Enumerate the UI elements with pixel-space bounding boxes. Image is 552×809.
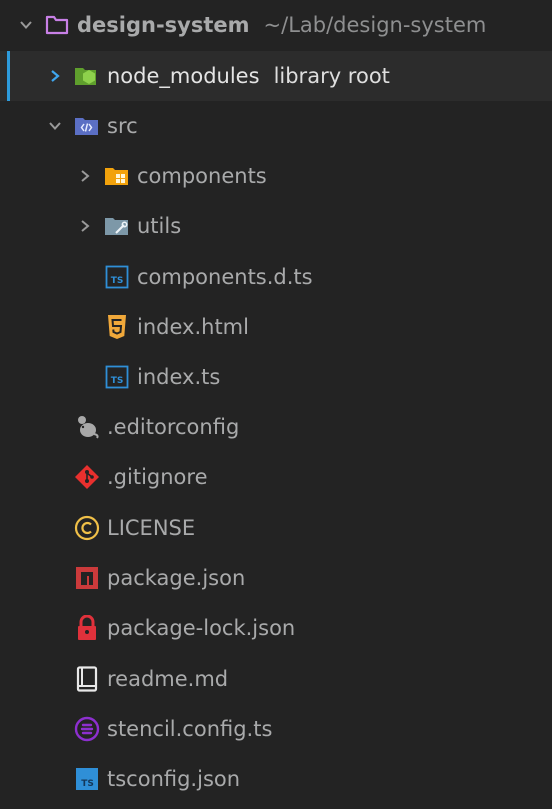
stencil-icon [74,716,100,742]
components-d-ts-label: components.d.ts [137,265,313,289]
lock-icon [74,615,100,641]
root-folder-name: design-system [77,13,250,37]
root-folder-path: ~/Lab/design-system [263,13,487,37]
package-lock-json-label: package-lock.json [107,616,296,640]
tree-row-utils[interactable]: utils [0,201,552,251]
utils-folder-icon [104,213,130,239]
readme-book-icon [74,666,100,692]
tree-row-readme-md[interactable]: readme.md [0,654,552,704]
tree-row-editorconfig[interactable]: .editorconfig [0,402,552,452]
utils-label: utils [137,214,182,238]
typescript-file-icon: TS [104,264,130,290]
readme-md-label: readme.md [107,667,229,691]
tree-row-index-ts[interactable]: TS index.ts [0,352,552,402]
library-root-note: library root [273,64,390,88]
chevron-down-icon[interactable] [48,119,62,133]
tree-row-gitignore[interactable]: .gitignore [0,452,552,502]
svg-text:TS: TS [111,376,124,386]
tree-row-components-d-ts[interactable]: TS components.d.ts [0,252,552,302]
components-folder-icon [104,163,130,189]
index-html-label: index.html [137,315,249,339]
editorconfig-mouse-icon [74,414,100,440]
html5-file-icon [104,314,130,340]
package-json-label: package.json [107,566,246,590]
git-icon [74,464,100,490]
copyright-icon [74,515,100,541]
project-tree: design-system ~/Lab/design-system node_mo… [0,0,552,809]
npm-icon [74,565,100,591]
tree-row-root[interactable]: design-system ~/Lab/design-system [0,0,552,50]
svg-text:TS: TS [81,779,94,789]
tree-row-package-lock-json[interactable]: package-lock.json [0,603,552,653]
src-folder-icon [74,113,100,139]
folder-outline-icon [44,12,70,38]
chevron-down-icon[interactable] [19,18,33,32]
stencil-config-ts-label: stencil.config.ts [107,717,273,741]
svg-text:TS: TS [111,276,124,286]
license-label: LICENSE [107,516,196,540]
tsconfig-icon: TS [74,766,100,792]
tree-row-components[interactable]: components [0,151,552,201]
chevron-right-icon[interactable] [48,69,62,83]
node-modules-name: node_modules [107,64,260,88]
tree-row-node-modules[interactable]: node_modules library root [0,51,552,101]
tsconfig-json-label: tsconfig.json [107,767,241,791]
src-label: src [107,114,138,138]
index-ts-label: index.ts [137,365,221,389]
node-modules-folder-icon [74,63,100,89]
components-label: components [137,164,267,188]
chevron-right-icon[interactable] [78,169,92,183]
root-folder-label: design-system ~/Lab/design-system [77,0,486,50]
tree-row-src[interactable]: src [0,101,552,151]
chevron-right-icon[interactable] [78,219,92,233]
tree-row-license[interactable]: LICENSE [0,503,552,553]
tree-row-tsconfig-json[interactable]: TS tsconfig.json [0,754,552,804]
tree-row-package-json[interactable]: package.json [0,553,552,603]
tree-row-stencil-config-ts[interactable]: stencil.config.ts [0,704,552,754]
tree-row-index-html[interactable]: index.html [0,302,552,352]
typescript-file-icon: TS [104,364,130,390]
editorconfig-label: .editorconfig [107,415,240,439]
node-modules-label: node_modules library root [107,51,390,101]
gitignore-label: .gitignore [107,465,208,489]
